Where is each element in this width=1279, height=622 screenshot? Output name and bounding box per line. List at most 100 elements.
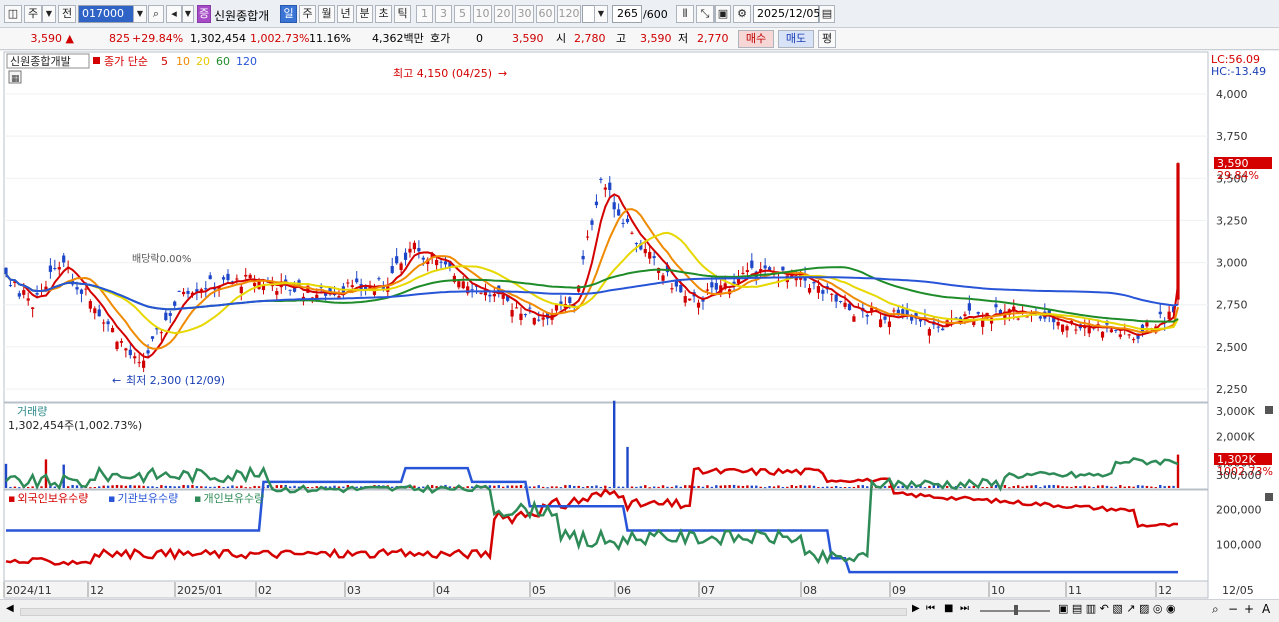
- candle-body: [186, 290, 190, 294]
- volume-bar: [106, 485, 110, 488]
- chart-canvas[interactable]: 신원종합개발 종가 단순 5 10 20 60 120 ▦ LC:56.09 H…: [0, 51, 1279, 599]
- tab-week[interactable]: 주: [299, 5, 316, 23]
- volume-panel[interactable]: [3, 402, 1209, 490]
- volume-bar: [741, 485, 745, 488]
- volume-bar: [817, 487, 820, 489]
- price-tick-label: 3,000: [1216, 257, 1248, 270]
- candle-body: [48, 265, 52, 272]
- holding-panel-close-icon[interactable]: [1265, 493, 1273, 501]
- market-button-stock[interactable]: 주: [24, 5, 42, 23]
- candle-body: [834, 294, 838, 302]
- search-icon[interactable]: ⌕: [148, 5, 164, 23]
- interval-120[interactable]: 120: [557, 5, 581, 23]
- volume-bar: [209, 486, 212, 488]
- zoom-out-icon[interactable]: −: [1228, 602, 1238, 616]
- volume-bar: [493, 485, 496, 488]
- interval-1[interactable]: 1: [416, 5, 433, 23]
- candle-body: [390, 266, 394, 273]
- save-icon[interactable]: ▣: [715, 5, 731, 23]
- interval-3[interactable]: 3: [435, 5, 452, 23]
- toolbar: ◫ 주 ▼ 전 017000 ▼ ⌕ ◂ ▼ 증 신원종합개 일 주 월 년 분…: [0, 0, 1279, 28]
- candle-body: [750, 260, 754, 268]
- scroll-left-icon[interactable]: ◀: [6, 603, 14, 614]
- candle-body: [634, 242, 638, 245]
- interval-60[interactable]: 60: [536, 5, 555, 23]
- volume-bar: [231, 485, 234, 488]
- legend-institution-label: 기관보유수량: [117, 492, 178, 505]
- candle-body: [1145, 322, 1149, 327]
- candle-body: [963, 314, 967, 317]
- price-panel[interactable]: [3, 51, 1209, 403]
- candle-icon[interactable]: ⫴: [676, 5, 694, 23]
- tab-second[interactable]: 초: [375, 5, 392, 23]
- candle-body: [1065, 326, 1069, 331]
- candle-body: [62, 255, 66, 263]
- stop-icon[interactable]: ■: [944, 603, 953, 614]
- candle-body: [479, 292, 483, 294]
- market-dropdown-icon[interactable]: ▼: [42, 5, 56, 23]
- date-input[interactable]: 2025/12/05: [753, 5, 820, 23]
- layout-icon[interactable]: ◫: [4, 5, 22, 23]
- calendar-icon[interactable]: ▤: [819, 5, 835, 23]
- avg-button[interactable]: 평: [818, 30, 836, 48]
- tab-month[interactable]: 월: [318, 5, 335, 23]
- gear-icon[interactable]: ⚙: [733, 5, 751, 23]
- code-dropdown-icon[interactable]: ▼: [133, 5, 147, 23]
- candle-body: [443, 261, 448, 265]
- sell-button[interactable]: 매도: [778, 30, 814, 48]
- tab-day[interactable]: 일: [280, 5, 297, 23]
- chart-area[interactable]: 신원종합개발 종가 단순 5 10 20 60 120 ▦ LC:56.09 H…: [0, 51, 1279, 621]
- zoom-in-icon[interactable]: ⌕: [1212, 602, 1219, 617]
- scroll-right-icon[interactable]: ▶: [912, 603, 920, 614]
- speaker-icon[interactable]: ◂: [166, 5, 182, 23]
- line-icon[interactable]: ⤡: [696, 5, 714, 23]
- volume-bar: [812, 485, 816, 488]
- volume-bar: [1172, 485, 1175, 488]
- volume-bar: [1145, 485, 1149, 488]
- volume-bar: [1150, 486, 1153, 488]
- speaker-dropdown-icon[interactable]: ▼: [182, 5, 194, 23]
- scrollbar[interactable]: [20, 608, 907, 616]
- volume-bar: [311, 487, 314, 489]
- volume-bar: [173, 486, 176, 488]
- volume-bar: [981, 486, 984, 488]
- volume-bar: [177, 486, 181, 488]
- x-axis-end-label: 12/05: [1222, 584, 1254, 597]
- ma-60-label: 60: [216, 55, 230, 68]
- volume-bar: [200, 486, 203, 488]
- volume-bar: [293, 485, 296, 488]
- tab-year[interactable]: 년: [337, 5, 354, 23]
- volume-bar: [866, 486, 869, 488]
- candle-body: [181, 291, 186, 295]
- holding-panel[interactable]: [3, 489, 1209, 582]
- market-button-all[interactable]: 전: [58, 5, 76, 23]
- volume-bar: [1052, 485, 1055, 488]
- volume-bar: [777, 485, 780, 488]
- buy-button[interactable]: 매수: [738, 30, 774, 48]
- chart-tools-icons[interactable]: ▣ ▤ ▥ ↶ ▧ ↗ ▨ ◎ ◉: [1058, 602, 1176, 615]
- volume-value: 1,302,454: [190, 32, 246, 45]
- tab-tick[interactable]: 틱: [394, 5, 411, 23]
- first-page-icon[interactable]: ⏮: [926, 603, 935, 614]
- zoom-slider-handle[interactable]: [1014, 605, 1018, 615]
- volume-bar: [169, 485, 172, 488]
- plus-icon[interactable]: +: [1244, 602, 1254, 616]
- volume-panel-close-icon[interactable]: [1265, 406, 1273, 414]
- stock-code-input[interactable]: 017000: [78, 5, 134, 23]
- volume-bar: [133, 485, 136, 488]
- interval-10[interactable]: 10: [473, 5, 492, 23]
- count-input[interactable]: 265: [612, 5, 642, 23]
- interval-dropdown-icon[interactable]: ▼: [594, 5, 608, 23]
- tab-minute[interactable]: 분: [356, 5, 373, 23]
- interval-30[interactable]: 30: [515, 5, 534, 23]
- volume-bar: [1079, 486, 1082, 488]
- volume-bar: [151, 486, 154, 488]
- font-size-icon[interactable]: A: [1262, 602, 1270, 616]
- candle-body: [865, 315, 869, 317]
- volume-bar: [772, 486, 776, 488]
- last-page-icon[interactable]: ⏭: [960, 603, 969, 614]
- interval-5[interactable]: 5: [454, 5, 471, 23]
- candle-body: [106, 321, 110, 325]
- interval-20[interactable]: 20: [494, 5, 513, 23]
- volume-bar: [746, 485, 749, 488]
